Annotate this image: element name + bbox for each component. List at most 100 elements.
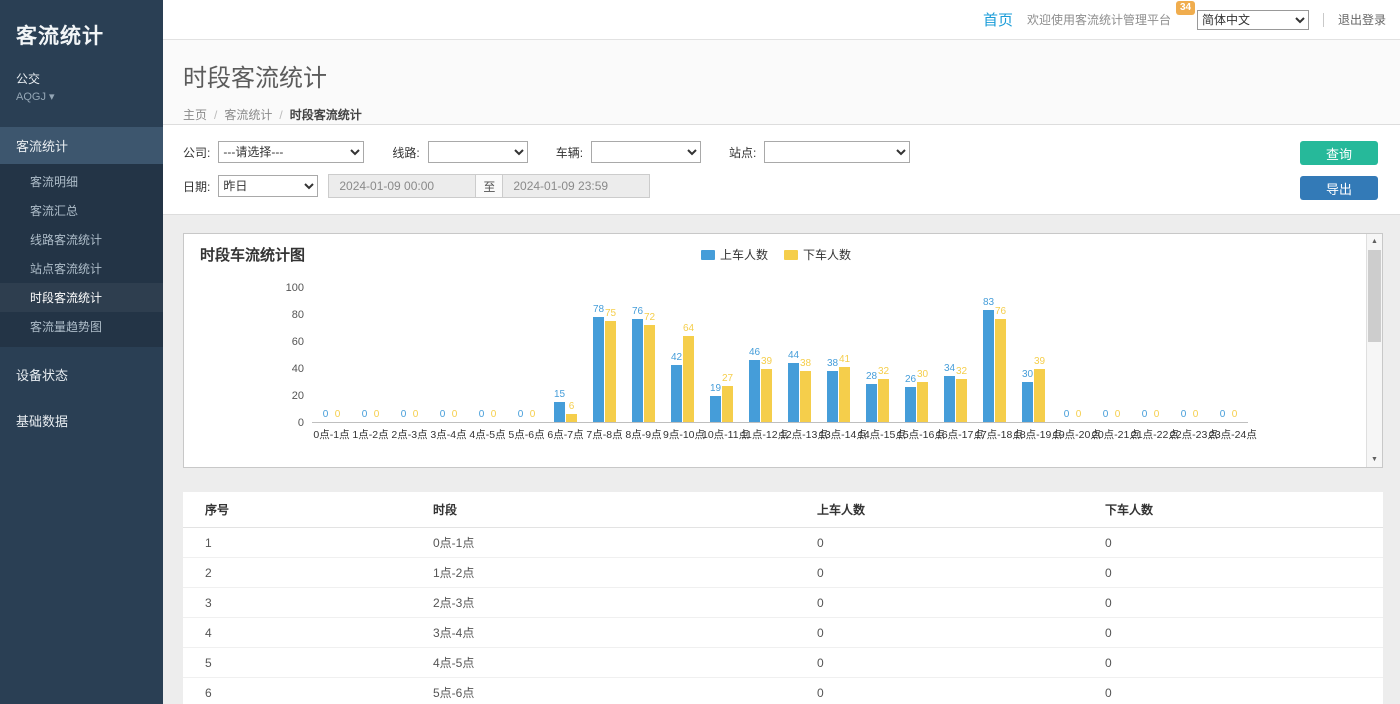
sidebar-section[interactable]: 基础数据 [0, 402, 163, 439]
scrollbar-down-icon[interactable]: ▼ [1367, 452, 1382, 467]
chart-header: 时段车流统计图 上车人数下车人数 [200, 244, 1352, 266]
x-axis-label: 17点-18点 [975, 427, 1014, 442]
export-button[interactable]: 导出 [1300, 176, 1378, 200]
company-select[interactable]: ---请选择--- [218, 141, 364, 163]
welcome-text: 欢迎使用客流统计管理平台 [1027, 11, 1171, 28]
org-name: 公交 [0, 56, 163, 87]
sidebar-item[interactable]: 线路客流统计 [0, 225, 163, 254]
table-cell: 3 [183, 588, 411, 618]
breadcrumb-item[interactable]: 主页 [183, 108, 207, 122]
table-cell: 3点-4点 [411, 618, 795, 648]
bar-value-label: 26 [905, 374, 916, 385]
divider [1323, 13, 1324, 27]
bar-group: 00 [1170, 288, 1209, 422]
scrollbar-up-icon[interactable]: ▲ [1367, 234, 1382, 249]
sidebar-item[interactable]: 站点客流统计 [0, 254, 163, 283]
bar-value-label: 27 [722, 373, 733, 384]
x-axis-label: 21点-22点 [1131, 427, 1170, 442]
language-select[interactable]: 简体中文 [1197, 10, 1309, 30]
sidebar-item[interactable]: 客流量趋势图 [0, 312, 163, 341]
table-header-cell: 上车人数 [795, 492, 1083, 528]
bar-value-label: 34 [944, 363, 955, 374]
x-axis-label: 0点-1点 [312, 427, 351, 442]
bar: 41 [839, 367, 850, 422]
bar-value-label: 0 [1220, 409, 1226, 420]
station-select[interactable] [764, 141, 910, 163]
sidebar-item[interactable]: 客流汇总 [0, 196, 163, 225]
table-cell: 0 [1083, 648, 1383, 678]
sidebar-section[interactable]: 设备状态 [0, 356, 163, 393]
sidebar-item[interactable]: 时段客流统计 [0, 283, 163, 312]
topbar: 首页 欢迎使用客流统计管理平台 34 简体中文 退出登录 [163, 0, 1400, 40]
page-header: 时段客流统计 主页/客流统计/时段客流统计 [163, 40, 1400, 125]
filter-buttons: 查询 导出 [1300, 141, 1384, 200]
bar: 46 [749, 360, 760, 422]
bar-value-label: 6 [569, 401, 575, 412]
bar-value-label: 75 [605, 308, 616, 319]
table-cell: 0 [795, 648, 1083, 678]
bar-value-label: 0 [413, 409, 419, 420]
logout-link[interactable]: 退出登录 [1338, 11, 1386, 28]
date-preset-select[interactable]: 昨日 [218, 175, 318, 197]
bar: 19 [710, 396, 721, 422]
table-row: 54点-5点00 [183, 648, 1383, 678]
vehicle-select[interactable] [591, 141, 701, 163]
table-cell: 6 [183, 678, 411, 704]
x-axis-label: 16点-17点 [936, 427, 975, 442]
bar-value-label: 0 [530, 409, 536, 420]
bar-value-label: 0 [1076, 409, 1082, 420]
sidebar-extra-sections: 设备状态基础数据 [0, 356, 163, 439]
bar-value-label: 78 [593, 304, 604, 315]
data-table: 序号时段上车人数下车人数 10点-1点0021点-2点0032点-3点0043点… [183, 492, 1383, 704]
line-select[interactable] [428, 141, 528, 163]
language-area: 34 简体中文 [1197, 10, 1309, 30]
bar-group: 00 [1131, 288, 1170, 422]
table-row: 32点-3点00 [183, 588, 1383, 618]
bar: 32 [956, 379, 967, 422]
bar: 34 [944, 376, 955, 422]
bar-value-label: 30 [1022, 369, 1033, 380]
bar-value-label: 0 [323, 409, 329, 420]
bar: 39 [761, 369, 772, 422]
bar-value-label: 39 [761, 356, 772, 367]
chart-scrollbar[interactable]: ▲ ▼ [1366, 234, 1382, 467]
legend-item[interactable]: 下车人数 [784, 246, 851, 263]
bar-value-label: 0 [1193, 409, 1199, 420]
filter-row-dates: 日期: 昨日 至 [183, 174, 910, 198]
scrollbar-thumb[interactable] [1368, 250, 1381, 342]
bar-value-label: 0 [1181, 409, 1187, 420]
bar-group: 3039 [1014, 288, 1053, 422]
x-axis-label: 12点-13点 [780, 427, 819, 442]
sidebar-section-passenger-stats[interactable]: 客流统计 [0, 127, 163, 164]
x-axis-label: 18点-19点 [1014, 427, 1053, 442]
x-axis-label: 2点-3点 [390, 427, 429, 442]
y-axis-tick: 60 [292, 336, 304, 348]
chart-y-axis: 020406080100 [200, 288, 312, 423]
date-start-input[interactable] [328, 174, 476, 198]
line-label: 线路: [392, 144, 419, 161]
bar-group: 3841 [819, 288, 858, 422]
query-button[interactable]: 查询 [1300, 141, 1378, 165]
x-axis-label: 5点-6点 [507, 427, 546, 442]
bar: 39 [1034, 369, 1045, 422]
table-cell: 0 [1083, 678, 1383, 704]
table-row: 65点-6点00 [183, 678, 1383, 704]
x-axis-label: 11点-12点 [741, 427, 780, 442]
legend-label: 上车人数 [720, 246, 768, 263]
date-label: 日期: [183, 178, 210, 195]
bar: 32 [878, 379, 889, 422]
bar-group: 2832 [858, 288, 897, 422]
table-cell: 2 [183, 558, 411, 588]
home-link[interactable]: 首页 [983, 9, 1013, 30]
org-code-dropdown[interactable]: AQGJ ▾ [0, 87, 163, 103]
y-axis-tick: 40 [292, 363, 304, 375]
table-cell: 0 [1083, 618, 1383, 648]
x-axis-label: 7点-8点 [585, 427, 624, 442]
date-end-input[interactable] [502, 174, 650, 198]
bar-value-label: 41 [839, 354, 850, 365]
chart-plot: 0000000000001567875767242641927463944383… [312, 288, 1248, 423]
breadcrumb-item[interactable]: 客流统计 [224, 108, 272, 122]
bar-group: 4639 [741, 288, 780, 422]
sidebar-item[interactable]: 客流明细 [0, 167, 163, 196]
legend-item[interactable]: 上车人数 [701, 246, 768, 263]
